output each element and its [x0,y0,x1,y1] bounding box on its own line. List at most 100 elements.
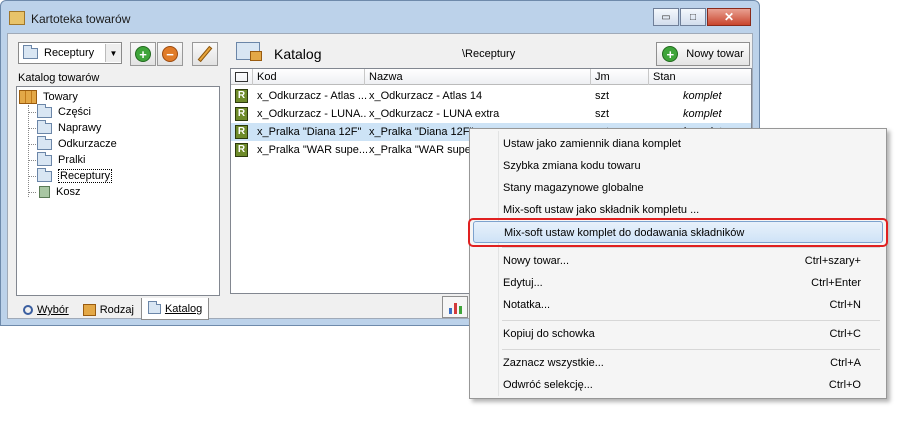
chart-button[interactable] [442,296,468,318]
title-bar[interactable]: Kartoteka towarów ▭ □ ✕ [1,1,759,33]
folder-icon [37,167,52,182]
menu-item-copy[interactable]: Kopiuj do schowka Ctrl+C [473,323,883,345]
pencil-icon [197,45,213,63]
column-stan[interactable]: Stan [649,69,753,85]
combo-value: Receptury [44,47,95,59]
tab-label: Rodzaj [99,304,134,316]
cell-kod: x_Odkurzacz - Atlas ... [257,90,367,102]
tree-node-label: Pralki [58,154,86,166]
tree-node-towary[interactable]: Towary [19,89,78,105]
menu-item-shortcut: Ctrl+szary+ [804,255,861,267]
maximize-button[interactable]: □ [680,8,706,26]
column-nazwa[interactable]: Nazwa [365,69,591,85]
plus-icon: + [662,46,679,62]
menu-item-edit[interactable]: Edytuj... Ctrl+Enter [473,272,883,294]
menu-separator [502,247,880,248]
tree-node-naprawy[interactable]: Naprawy [37,119,102,136]
menu-item-label: Ustaw jako zamiennik diana komplet [503,138,681,150]
left-tabs: Wybór Rodzaj Katalog [16,298,210,320]
close-button[interactable]: ✕ [707,8,751,26]
tab-rodzaj[interactable]: Rodzaj [76,300,141,320]
tree-line [28,160,36,161]
folder-icon [37,151,52,166]
left-panel: Receptury ▼ + − Katalog towarów Towary C… [12,38,222,320]
tree-node-label: Odkurzacze [58,138,117,150]
tree-line [28,128,36,129]
minus-icon: − [162,46,178,62]
catalog-path: \Receptury [462,48,516,60]
context-menu: Ustaw jako zamiennik diana komplet Szybk… [469,128,887,399]
menu-item-label: Zaznacz wszystkie... [503,357,604,369]
cell-kod: x_Odkurzacz - LUNA... [257,108,367,120]
tree-node-label: Kosz [56,186,81,198]
menu-item-label: Edytuj... [503,277,543,289]
tree-node-label: Towary [43,91,78,103]
bar-chart-icon [448,303,463,314]
tree-node-pralki[interactable]: Pralki [37,151,86,168]
magnifier-icon [23,305,33,315]
folder-icon [147,300,161,314]
folder-icon [37,119,52,134]
menu-item-label: Szybka zmiana kodu towaru [503,160,641,172]
cell-stan: komplet [683,90,722,102]
catalog-tree[interactable]: Towary Części Naprawy Odkurzacze Pralki … [16,86,220,296]
app-icon [9,11,25,25]
checkbox-icon [235,72,248,82]
edit-catalog-button[interactable] [192,42,218,66]
menu-item-set-substitute[interactable]: Ustaw jako zamiennik diana komplet [473,133,883,155]
menu-item-change-code[interactable]: Szybka zmiana kodu towaru [473,155,883,177]
cell-stan: komplet [683,108,722,120]
tab-wybor[interactable]: Wybór [16,300,76,320]
tree-node-label: Receptury [58,169,113,183]
highlight-annotation [468,218,888,247]
menu-item-new-item[interactable]: Nowy towar... Ctrl+szary+ [473,250,883,272]
tab-katalog[interactable]: Katalog [140,298,210,320]
recipe-badge-icon: R [235,107,248,121]
cell-nazwa: x_Pralka "WAR supe [369,144,469,156]
tree-line [28,144,36,145]
recipe-badge-icon: R [235,125,248,139]
menu-item-invert-selection[interactable]: Odwróć selekcję... Ctrl+O [473,374,883,396]
catalog-combo[interactable]: Receptury ▼ [18,42,122,64]
menu-item-shortcut: Ctrl+Enter [811,277,861,289]
menu-separator [502,320,880,321]
column-jm[interactable]: Jm [591,69,649,85]
remove-catalog-button[interactable]: − [157,42,183,66]
cell-jm: szt [595,90,610,102]
cell-nazwa: x_Odkurzacz - Atlas 14 [369,90,483,102]
boxes-icon [82,304,96,316]
column-kod[interactable]: Kod [253,69,365,85]
table-row[interactable]: R x_Odkurzacz - Atlas ... x_Odkurzacz - … [231,87,751,105]
folder-icon [23,44,38,59]
tree-line [28,105,29,197]
tree-node-czesci[interactable]: Części [37,103,91,120]
tree-line [28,112,36,113]
table-header: Kod Nazwa Jm Stan [231,69,751,85]
menu-item-label: Odwróć selekcję... [503,379,593,391]
cell-jm: szt [595,108,610,120]
new-item-label: Nowy towar [686,48,744,60]
chevron-down-icon[interactable]: ▼ [105,44,121,62]
tree-line [28,176,36,177]
menu-item-shortcut: Ctrl+N [829,299,861,311]
cell-kod: x_Pralka "Diana 12F" [257,126,362,138]
menu-item-note[interactable]: Notatka... Ctrl+N [473,294,883,316]
menu-separator [502,349,880,350]
table-row[interactable]: R x_Odkurzacz - LUNA... x_Odkurzacz - LU… [231,105,751,123]
minimize-button[interactable]: ▭ [653,8,679,26]
new-item-button[interactable]: + Nowy towar [656,42,750,66]
tree-node-receptury[interactable]: Receptury [37,167,113,184]
menu-item-global-stock[interactable]: Stany magazynowe globalne [473,177,883,199]
tree-node-label: Naprawy [58,122,102,134]
tree-node-kosz[interactable]: Kosz [37,184,80,200]
tree-label: Katalog towarów [18,72,100,84]
recipe-badge-icon: R [235,143,248,157]
folder-icon [37,135,52,150]
menu-item-label: Notatka... [503,299,551,311]
menu-item-shortcut: Ctrl+A [830,357,861,369]
tree-node-odkurzacze[interactable]: Odkurzacze [37,135,117,152]
menu-item-select-all[interactable]: Zaznacz wszystkie... Ctrl+A [473,352,883,374]
add-catalog-button[interactable]: + [130,42,156,66]
tab-label: Katalog [164,302,203,315]
select-all-column[interactable] [231,69,253,85]
